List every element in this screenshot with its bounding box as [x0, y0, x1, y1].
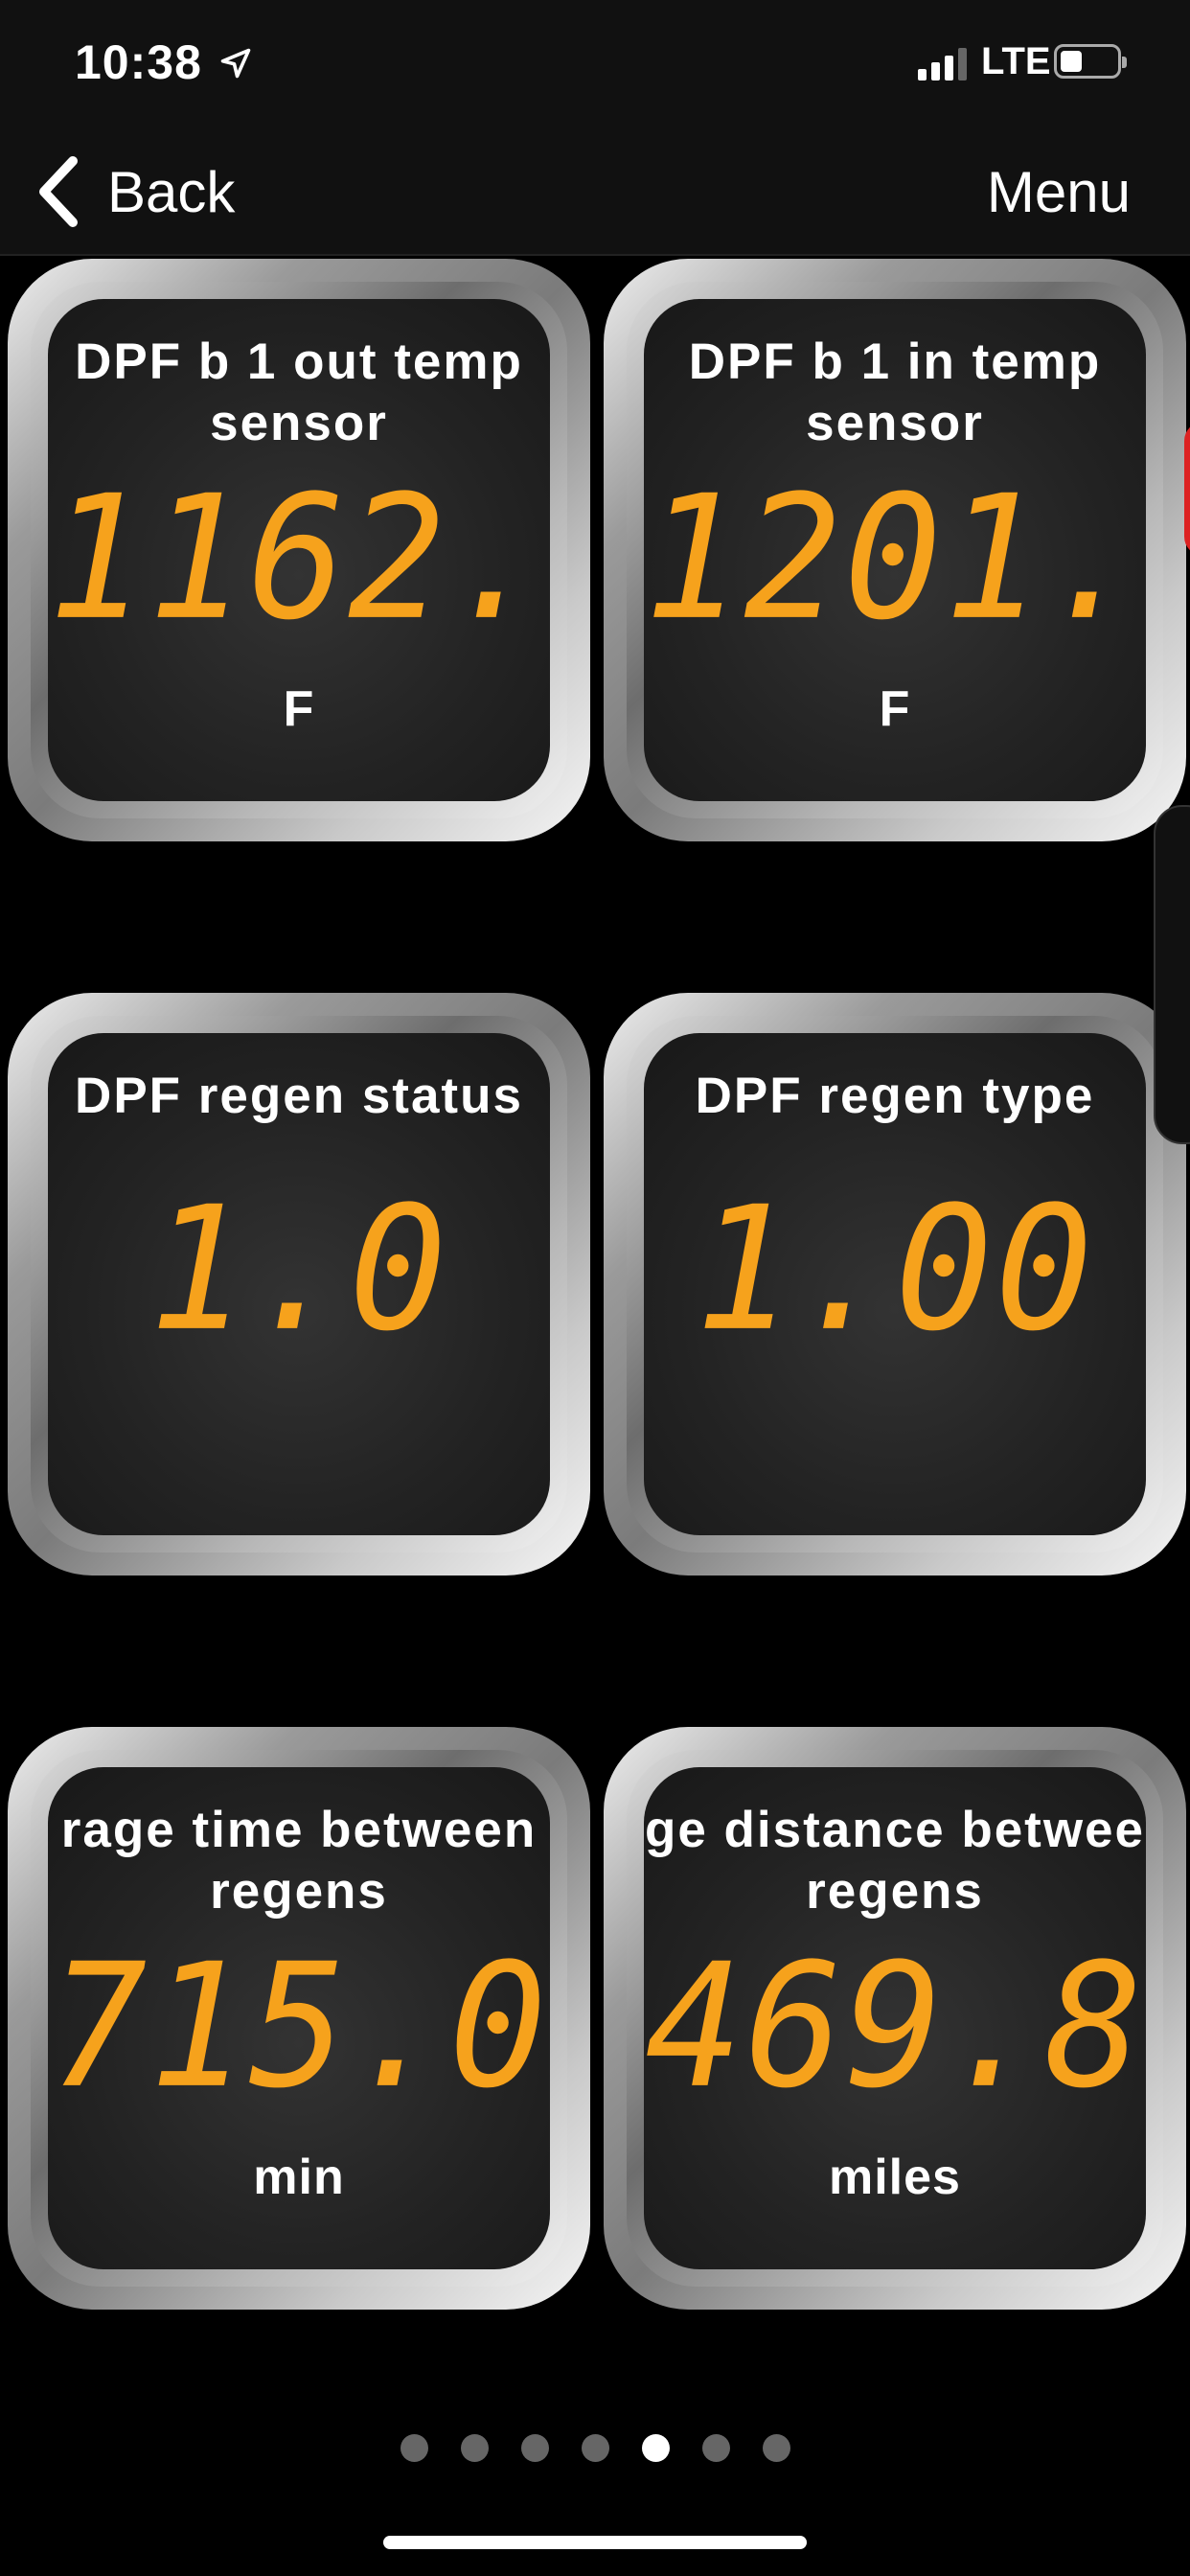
gauge-value: 469.8: [645, 1927, 1145, 2127]
gauge-value: 1201.6: [644, 459, 1146, 658]
gauge-dpf-b1-out-temp[interactable]: DPF b 1 out tempsensor 1162.6 F: [8, 259, 590, 841]
gauge-face: DPF regen type 1.00: [644, 1033, 1146, 1535]
navigation-bar: Back Menu: [0, 125, 1190, 256]
location-arrow-icon: [220, 48, 251, 79]
gauge-dpf-regen-type[interactable]: DPF regen type 1.00: [604, 993, 1186, 1576]
gauge-unit: min: [253, 2150, 345, 2205]
status-time: 10:38: [75, 35, 202, 89]
page-dot[interactable]: [520, 2434, 549, 2462]
menu-button[interactable]: Menu: [987, 153, 1131, 230]
chevron-left-icon: [39, 156, 78, 227]
home-indicator[interactable]: [383, 2536, 807, 2549]
gauge-title: ge distance betwee regens: [644, 1802, 1145, 1920]
page-dot[interactable]: [581, 2434, 609, 2462]
back-button[interactable]: Back: [36, 153, 235, 230]
gauge-average-time-between-regens[interactable]: rage time between regens 715.0 min: [8, 1727, 590, 2310]
battery-low-icon: [1054, 44, 1127, 79]
side-badge[interactable]: [1184, 422, 1190, 556]
gauge-average-distance-between-regens[interactable]: ge distance betwee regens 469.8 miles: [604, 1727, 1186, 2310]
status-bar: 10:38 LTE: [0, 0, 1190, 125]
gauge-value: 1.0: [149, 1170, 449, 1369]
gauge-dpf-regen-status[interactable]: DPF regen status 1.0: [8, 993, 590, 1576]
gauge-title: DPF b 1 out temp sensor: [75, 334, 523, 451]
gauge-face: ge distance betwee regens 469.8 miles: [644, 1767, 1146, 2269]
gauge-face: rage time between regens 715.0 min: [48, 1767, 550, 2269]
gauge-dpf-b1-in-temp[interactable]: DPF b 1 in tempsensor 1201.6 F: [604, 259, 1186, 841]
network-type: LTE: [981, 40, 1051, 82]
gauge-face: DPF b 1 out tempsensor 1162.6 F: [48, 299, 550, 801]
gauge-title: DPF b 1 in temp sensor: [688, 334, 1102, 451]
page-dot[interactable]: [641, 2434, 670, 2462]
gauge-face: DPF regen status 1.0: [48, 1033, 550, 1535]
gauge-face: DPF b 1 in tempsensor 1201.6 F: [644, 299, 1146, 801]
gauge-value: 715.0: [49, 1927, 549, 2127]
gauge-unit: F: [879, 681, 911, 737]
gauge-title: rage time between regens: [60, 1802, 538, 1920]
page-dot[interactable]: [762, 2434, 790, 2462]
cellular-signal-icon: [918, 48, 968, 80]
page-indicator: [0, 2434, 1190, 2462]
page-dot[interactable]: [400, 2434, 428, 2462]
page-dot[interactable]: [460, 2434, 489, 2462]
back-label: Back: [107, 159, 236, 224]
page-dot[interactable]: [701, 2434, 730, 2462]
gauge-title: DPF regen type: [695, 1068, 1095, 1124]
gauge-unit: miles: [829, 2150, 961, 2205]
gauge-value: 1.00: [695, 1170, 1095, 1369]
gauge-value: 1162.6: [48, 459, 550, 658]
side-drawer-handle[interactable]: [1154, 805, 1190, 1144]
gauge-unit: F: [283, 681, 315, 737]
gauge-title: DPF regen status: [75, 1068, 523, 1124]
